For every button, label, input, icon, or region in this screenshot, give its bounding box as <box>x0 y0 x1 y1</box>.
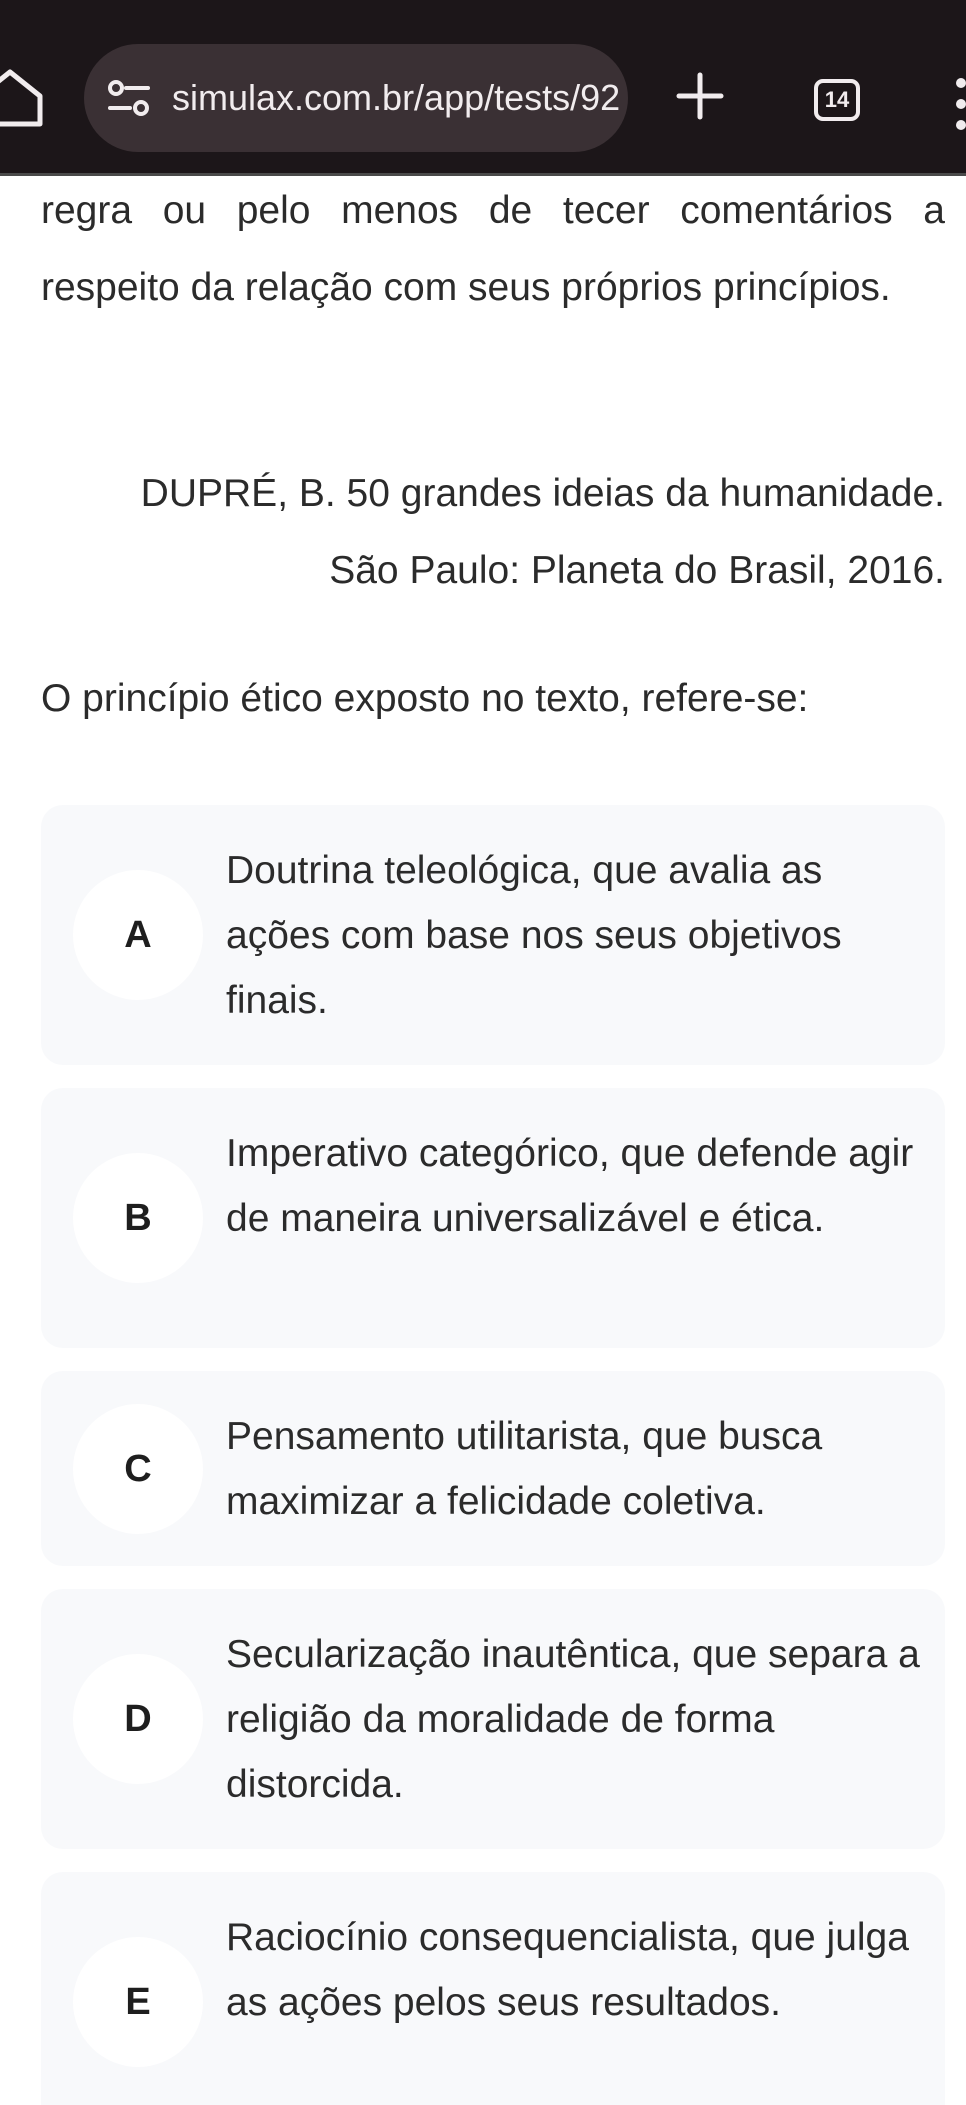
option-text: Raciocínio consequencialista, que julga … <box>226 1916 909 2024</box>
question-prompt: O princípio ético exposto no texto, refe… <box>41 677 809 720</box>
option-text: Doutrina teleológica, que avalia as açõe… <box>226 849 842 1022</box>
option-letter: A <box>73 870 203 1000</box>
option-text: Secularização inautêntica, que separa a … <box>226 1633 920 1806</box>
url-text[interactable]: simulax.com.br/app/tests/92 <box>172 44 620 152</box>
option-a[interactable]: A Doutrina teleológica, que avalia as aç… <box>41 805 945 1065</box>
home-icon[interactable] <box>0 68 44 128</box>
citation-line: São Paulo: Planeta do Brasil, 2016. <box>329 549 945 592</box>
option-d[interactable]: D Secularização inautêntica, que separa … <box>41 1589 945 1849</box>
new-tab-plus-icon[interactable] <box>676 72 724 120</box>
option-e[interactable]: E Raciocínio consequencialista, que julg… <box>41 1872 945 2105</box>
more-menu-icon[interactable] <box>950 74 966 134</box>
option-c[interactable]: C Pensamento utilitarista, que busca max… <box>41 1371 945 1566</box>
address-bar[interactable]: simulax.com.br/app/tests/92 <box>84 44 628 152</box>
citation: DUPRÉ, B. 50 grandes ideias da humanidad… <box>45 455 945 609</box>
tab-switcher-button[interactable]: 14 <box>814 79 860 121</box>
option-b[interactable]: B Imperativo categórico, que defende agi… <box>41 1088 945 1348</box>
browser-toolbar: simulax.com.br/app/tests/92 14 <box>0 0 966 176</box>
option-text: Pensamento utilitarista, que busca maxim… <box>226 1415 823 1523</box>
citation-line: DUPRÉ, B. 50 grandes ideias da humanidad… <box>140 472 945 515</box>
option-letter: B <box>73 1153 203 1283</box>
option-letter: D <box>73 1654 203 1784</box>
option-letter: C <box>73 1404 203 1534</box>
passage-text: regra ou pelo menos de tecer comentários… <box>41 189 945 309</box>
option-letter: E <box>73 1937 203 2067</box>
site-settings-icon[interactable] <box>108 80 150 116</box>
option-text: Imperativo categórico, que defende agir … <box>226 1132 914 1240</box>
